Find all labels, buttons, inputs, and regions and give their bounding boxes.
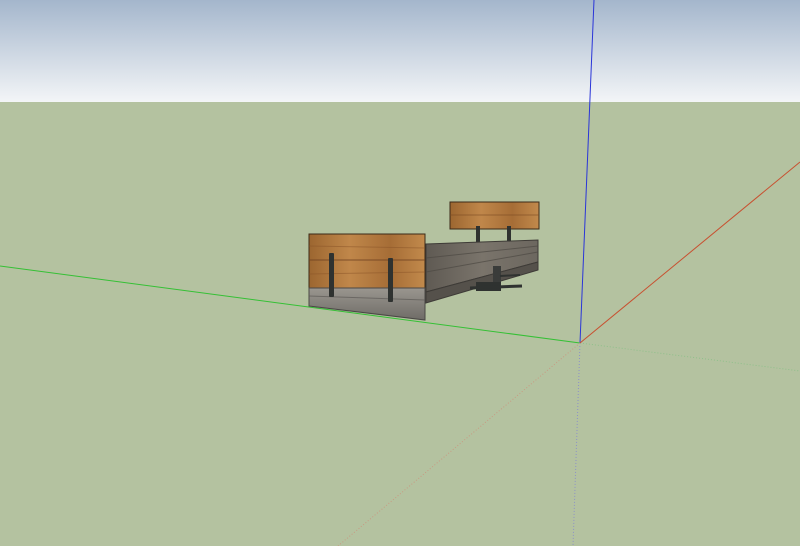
bench-model[interactable] <box>308 201 540 321</box>
under-rail <box>469 284 523 290</box>
model-viewport[interactable] <box>0 0 800 546</box>
front-backrest-panel <box>308 233 426 289</box>
blue-axis-lower-dotted <box>572 342 581 546</box>
front-bracket-right <box>388 258 393 302</box>
under-rail-2 <box>499 274 521 277</box>
blue-axis-upper <box>579 0 595 344</box>
front-bracket-left <box>329 253 334 297</box>
red-axis-dotted <box>337 342 581 546</box>
red-axis <box>579 161 800 344</box>
rear-support-left <box>476 226 480 244</box>
scene-canvas[interactable] <box>0 0 800 546</box>
green-axis-dotted <box>579 342 800 372</box>
